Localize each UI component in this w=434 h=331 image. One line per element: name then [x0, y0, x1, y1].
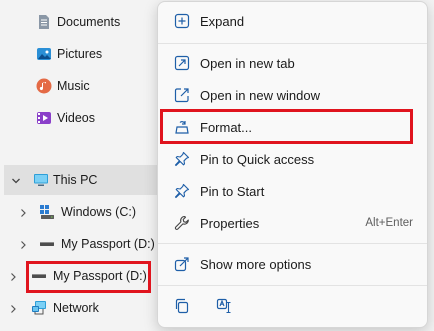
nav-label: Windows (C:)	[61, 205, 137, 219]
chevron-right-icon[interactable]	[8, 303, 18, 313]
menu-item-pin-to-start[interactable]: Pin to Start	[162, 176, 423, 206]
network-icon	[31, 300, 47, 316]
wrench-icon	[174, 215, 190, 231]
menu-item-pin-quick-access[interactable]: Pin to Quick access	[162, 144, 423, 174]
copy-button[interactable]	[162, 291, 198, 321]
navigation-pane: Documents Pictures Music Videos This PC	[0, 0, 170, 331]
keyboard-shortcut: Alt+Enter	[365, 217, 413, 229]
copy-icon	[174, 298, 190, 314]
context-menu: Expand Open in new tab Open in new windo…	[157, 1, 428, 328]
pin-icon	[174, 183, 190, 199]
menu-item-label: Pin to Quick access	[200, 151, 315, 167]
nav-item-windows-c[interactable]: Windows (C:)	[0, 197, 150, 227]
menu-item-label: Format...	[200, 119, 253, 135]
nav-label: Pictures	[57, 47, 103, 61]
menu-separator	[158, 285, 427, 286]
menu-item-label: Properties	[200, 215, 260, 231]
format-icon	[174, 119, 190, 135]
rename-button[interactable]	[204, 291, 240, 321]
pictures-icon	[36, 46, 52, 62]
menu-item-properties[interactable]: Properties Alt+Enter	[162, 208, 423, 238]
pc-icon	[33, 172, 49, 188]
nav-item-documents[interactable]: Documents	[0, 7, 150, 37]
chevron-down-icon[interactable]	[11, 175, 21, 185]
music-icon	[36, 78, 52, 94]
menu-item-expand[interactable]: Expand	[162, 6, 423, 36]
menu-separator	[158, 43, 427, 44]
drive-icon	[31, 268, 47, 284]
menu-item-label: Pin to Start	[200, 183, 265, 199]
pin-icon	[174, 151, 190, 167]
nav-item-this-pc[interactable]: This PC	[4, 165, 157, 195]
videos-icon	[36, 110, 52, 126]
new-window-icon	[174, 87, 190, 103]
windows-drive-icon	[39, 204, 55, 220]
new-tab-icon	[174, 55, 190, 71]
nav-item-videos[interactable]: Videos	[0, 103, 150, 133]
nav-label: This PC	[53, 173, 98, 187]
nav-label: Documents	[57, 15, 121, 29]
menu-item-label: Show more options	[200, 256, 312, 272]
nav-label: Music	[57, 79, 90, 93]
nav-label: Videos	[57, 111, 95, 125]
drive-icon	[39, 236, 55, 252]
menu-item-format[interactable]: Format...	[162, 112, 423, 142]
menu-item-label: Open in new window	[200, 87, 320, 103]
chevron-right-icon[interactable]	[8, 271, 18, 281]
nav-label: My Passport (D:)	[53, 269, 147, 283]
menu-item-open-new-window[interactable]: Open in new window	[162, 80, 423, 110]
expand-icon	[174, 13, 190, 29]
documents-icon	[36, 14, 52, 30]
rename-icon	[216, 298, 232, 314]
menu-item-open-new-tab[interactable]: Open in new tab	[162, 48, 423, 78]
share-icon	[174, 256, 190, 272]
chevron-right-icon[interactable]	[18, 239, 28, 249]
nav-item-music[interactable]: Music	[0, 71, 150, 101]
nav-item-my-passport-d[interactable]: My Passport (D:)	[0, 229, 155, 259]
nav-item-my-passport-d-root[interactable]: My Passport (D:)	[0, 261, 150, 291]
menu-separator	[158, 243, 427, 244]
nav-label: Network	[53, 301, 99, 315]
menu-item-label: Expand	[200, 13, 245, 29]
menu-item-label: Open in new tab	[200, 55, 295, 71]
menu-item-show-more-options[interactable]: Show more options	[162, 249, 423, 279]
nav-item-network[interactable]: Network	[0, 293, 150, 323]
nav-label: My Passport (D:)	[61, 237, 155, 251]
nav-item-pictures[interactable]: Pictures	[0, 39, 150, 69]
chevron-right-icon[interactable]	[18, 207, 28, 217]
